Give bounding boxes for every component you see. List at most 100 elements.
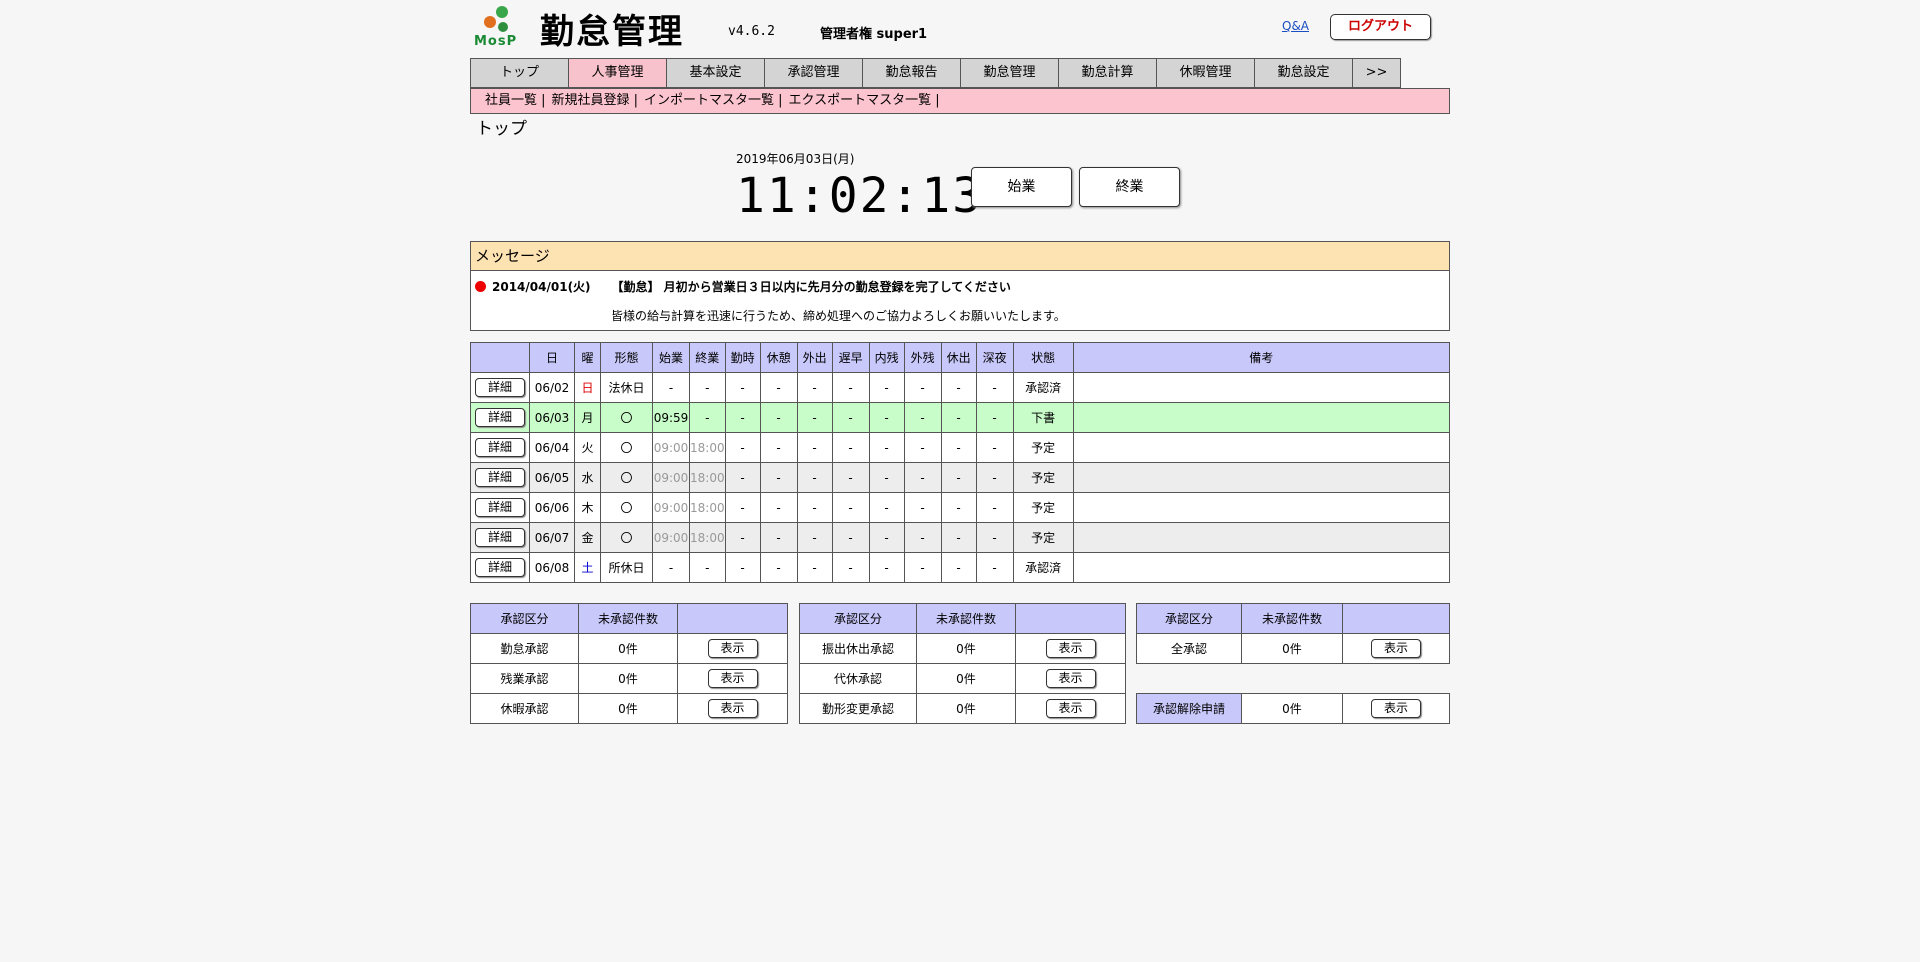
nav-tab-6[interactable]: 勤怠計算	[1058, 58, 1157, 88]
approval-label: 振出休出承認	[799, 633, 917, 664]
show-button[interactable]: 表示	[1045, 699, 1096, 718]
show-button[interactable]: 表示	[1371, 639, 1421, 658]
status-cell: 予定	[1012, 432, 1074, 463]
show-button[interactable]: 表示	[707, 699, 758, 718]
show-button[interactable]: 表示	[1371, 699, 1421, 718]
logout-button[interactable]: ログアウト	[1330, 14, 1431, 40]
weekday-cell: 月	[574, 402, 601, 433]
mosp-logo: MosP	[474, 4, 524, 52]
clock-out-button[interactable]: 終業	[1079, 167, 1180, 207]
attendance-row: 詳細 06/05 水〇 09:00 18:00- - - - - - - - 予定	[470, 462, 1451, 493]
work-type-cell: 〇	[600, 492, 653, 523]
nav-tab-0[interactable]: トップ	[470, 58, 569, 88]
show-button[interactable]: 表示	[1045, 669, 1096, 688]
qa-link[interactable]: Q&A	[1282, 19, 1309, 33]
approval-row: 休暇承認 0件 表示	[470, 693, 788, 724]
detail-button[interactable]: 詳細	[475, 408, 525, 427]
message-date: 2014/04/01(火)	[492, 280, 591, 294]
value-cell: -	[940, 522, 977, 553]
nav-tab-5[interactable]: 勤怠管理	[960, 58, 1059, 88]
clock-in-button[interactable]: 始業	[971, 167, 1072, 207]
nav-tab-8[interactable]: 勤怠設定	[1254, 58, 1353, 88]
att-col-header: 始業	[652, 342, 690, 373]
show-button[interactable]: 表示	[1045, 639, 1096, 658]
value-cell: -	[940, 372, 977, 403]
detail-cell: 詳細	[470, 522, 530, 553]
detail-button[interactable]: 詳細	[475, 438, 525, 457]
subnav-item-3[interactable]: エクスポートマスタ一覧 |	[789, 93, 940, 108]
show-button[interactable]: 表示	[707, 639, 758, 658]
approval-row: 残業承認 0件 表示	[470, 663, 788, 694]
col-action	[1342, 603, 1450, 634]
nav-tab-4[interactable]: 勤怠報告	[862, 58, 961, 88]
approval-action: 表示	[677, 633, 788, 664]
value-cell: -	[868, 492, 905, 523]
approval-table-2: 承認区分 未承認件数 振出休出承認 0件 表示 代休承認 0件 表示 勤形変更承認 0件 表示	[799, 603, 1126, 724]
value-cell: -	[868, 402, 905, 433]
detail-button[interactable]: 詳細	[475, 468, 525, 487]
value-cell: -	[724, 552, 761, 583]
value-cell: -	[868, 372, 905, 403]
detail-button[interactable]: 詳細	[475, 528, 525, 547]
approval-label: 残業承認	[470, 663, 579, 694]
nav-tab-7[interactable]: 休暇管理	[1156, 58, 1255, 88]
value-cell: -	[868, 462, 905, 493]
value-cell: -	[724, 522, 761, 553]
detail-button[interactable]: 詳細	[475, 378, 525, 397]
detail-button[interactable]: 詳細	[475, 498, 525, 517]
date-cell: 06/07	[529, 522, 575, 553]
value-cell: -	[759, 432, 798, 463]
attendance-row: 詳細 06/07 金〇 09:00 18:00- - - - - - - - 予定	[470, 522, 1451, 553]
approval-count: 0件	[916, 663, 1016, 694]
subnav-item-1[interactable]: 新規社員登録 |	[552, 93, 639, 108]
col-category: 承認区分	[1136, 603, 1242, 634]
nav-tab-1[interactable]: 人事管理	[568, 58, 667, 88]
approval-row: 勤形変更承認 0件 表示	[799, 693, 1126, 724]
end-cell: -	[689, 372, 726, 403]
value-cell: -	[940, 492, 977, 523]
work-type-cell: 〇	[600, 462, 653, 493]
subnav-item-0[interactable]: 社員一覧 |	[485, 93, 546, 108]
approval-label: 勤怠承認	[470, 633, 579, 664]
value-cell: -	[975, 432, 1014, 463]
detail-button[interactable]: 詳細	[475, 558, 525, 577]
start-cell: 09:00	[652, 432, 690, 463]
weekday-cell: 土	[574, 552, 601, 583]
att-col-header: 備考	[1072, 342, 1451, 373]
remarks-cell	[1072, 492, 1451, 523]
approval-row: 勤怠承認 0件 表示	[470, 633, 788, 664]
weekday-cell: 金	[574, 522, 601, 553]
nav-tab-9[interactable]: >>	[1352, 58, 1401, 88]
show-button[interactable]: 表示	[707, 669, 758, 688]
value-cell: -	[868, 552, 905, 583]
value-cell: -	[975, 402, 1014, 433]
att-col-header: 曜	[574, 342, 601, 373]
att-col-header: 外残	[903, 342, 942, 373]
nav-tab-3[interactable]: 承認管理	[764, 58, 863, 88]
approval-count: 0件	[916, 633, 1016, 664]
date-cell: 06/08	[529, 552, 575, 583]
value-cell: -	[831, 492, 870, 523]
subnav-item-2[interactable]: インポートマスタ一覧 |	[644, 93, 783, 108]
end-cell: 18:00	[689, 492, 726, 523]
work-type-cell: 所休日	[600, 552, 653, 583]
value-cell: -	[975, 372, 1014, 403]
message-title: メッセージ	[471, 242, 1449, 271]
value-cell: -	[724, 372, 761, 403]
attendance-row: 詳細 06/03 月〇 09:59- - - - - - - - - 下書	[470, 402, 1451, 433]
value-cell: -	[903, 372, 942, 403]
page-title: トップ	[476, 119, 527, 139]
remarks-cell	[1072, 552, 1451, 583]
current-date: 2019年06月03日(月)	[736, 152, 855, 166]
user-role: 管理者権 super1	[820, 27, 928, 42]
value-cell: -	[831, 372, 870, 403]
approval-count: 0件	[1241, 633, 1343, 664]
att-col-header: 休出	[940, 342, 977, 373]
release-count: 0件	[1241, 693, 1343, 724]
value-cell: -	[796, 432, 833, 463]
value-cell: -	[759, 492, 798, 523]
attendance-table: 日曜形態 始業 終業 勤時 休憩 外出 遅早 内残 外残 休出 深夜 状態 備考 詳細 06/02 日法休日…	[470, 342, 1451, 583]
end-cell: 18:00	[689, 432, 726, 463]
approval-table-3: 承認区分 未承認件数 全承認 0件 表示	[1136, 603, 1450, 664]
nav-tab-2[interactable]: 基本設定	[666, 58, 765, 88]
